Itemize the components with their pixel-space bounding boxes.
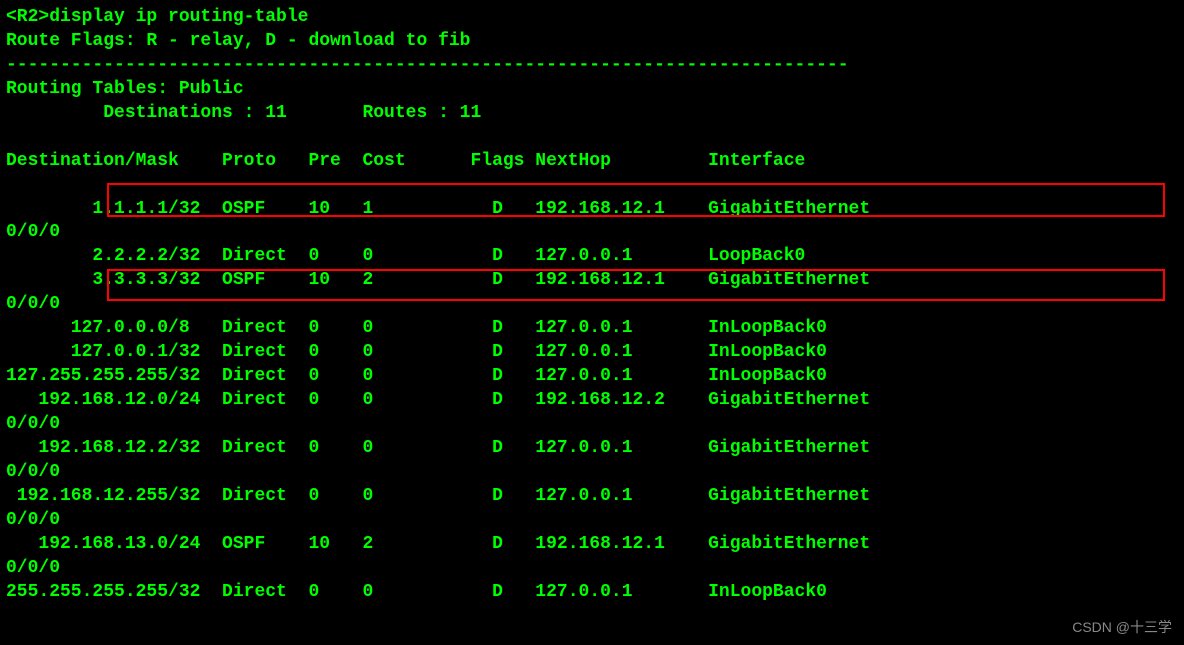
route-row-wrap: 0/0/0 bbox=[6, 293, 1178, 317]
route-row: 127.255.255.255/32 Direct 0 0 D 127.0.0.… bbox=[6, 365, 1178, 389]
command-prompt: <R2>display ip routing-table bbox=[6, 6, 1178, 30]
route-row: 127.0.0.1/32 Direct 0 0 D 127.0.0.1 InLo… bbox=[6, 341, 1178, 365]
blank-line bbox=[6, 126, 1178, 150]
routing-tables-header: Routing Tables: Public bbox=[6, 78, 1178, 102]
route-row: 192.168.12.255/32 Direct 0 0 D 127.0.0.1… bbox=[6, 485, 1178, 509]
route-row: 1.1.1.1/32 OSPF 10 1 D 192.168.12.1 Giga… bbox=[6, 198, 1178, 222]
route-row: 255.255.255.255/32 Direct 0 0 D 127.0.0.… bbox=[6, 581, 1178, 605]
route-row: 3.3.3.3/32 OSPF 10 2 D 192.168.12.1 Giga… bbox=[6, 269, 1178, 293]
route-row-wrap: 0/0/0 bbox=[6, 509, 1178, 533]
route-row-wrap: 0/0/0 bbox=[6, 461, 1178, 485]
route-row: 2.2.2.2/32 Direct 0 0 D 127.0.0.1 LoopBa… bbox=[6, 245, 1178, 269]
route-row: 192.168.12.0/24 Direct 0 0 D 192.168.12.… bbox=[6, 389, 1178, 413]
route-row-wrap: 0/0/0 bbox=[6, 221, 1178, 245]
divider-line: ----------------------------------------… bbox=[6, 54, 1178, 78]
route-row: 192.168.12.2/32 Direct 0 0 D 127.0.0.1 G… bbox=[6, 437, 1178, 461]
route-row-wrap: 0/0/0 bbox=[6, 557, 1178, 581]
route-table-body: 1.1.1.1/32 OSPF 10 1 D 192.168.12.1 Giga… bbox=[6, 198, 1178, 605]
column-headers: Destination/Mask Proto Pre Cost Flags Ne… bbox=[6, 150, 1178, 174]
route-row-wrap: 0/0/0 bbox=[6, 413, 1178, 437]
route-row: 127.0.0.0/8 Direct 0 0 D 127.0.0.1 InLoo… bbox=[6, 317, 1178, 341]
route-flags-legend: Route Flags: R - relay, D - download to … bbox=[6, 30, 1178, 54]
route-counts: Destinations : 11 Routes : 11 bbox=[6, 102, 1178, 126]
blank-line bbox=[6, 174, 1178, 198]
route-row: 192.168.13.0/24 OSPF 10 2 D 192.168.12.1… bbox=[6, 533, 1178, 557]
watermark: CSDN @十三学 bbox=[1072, 618, 1172, 637]
